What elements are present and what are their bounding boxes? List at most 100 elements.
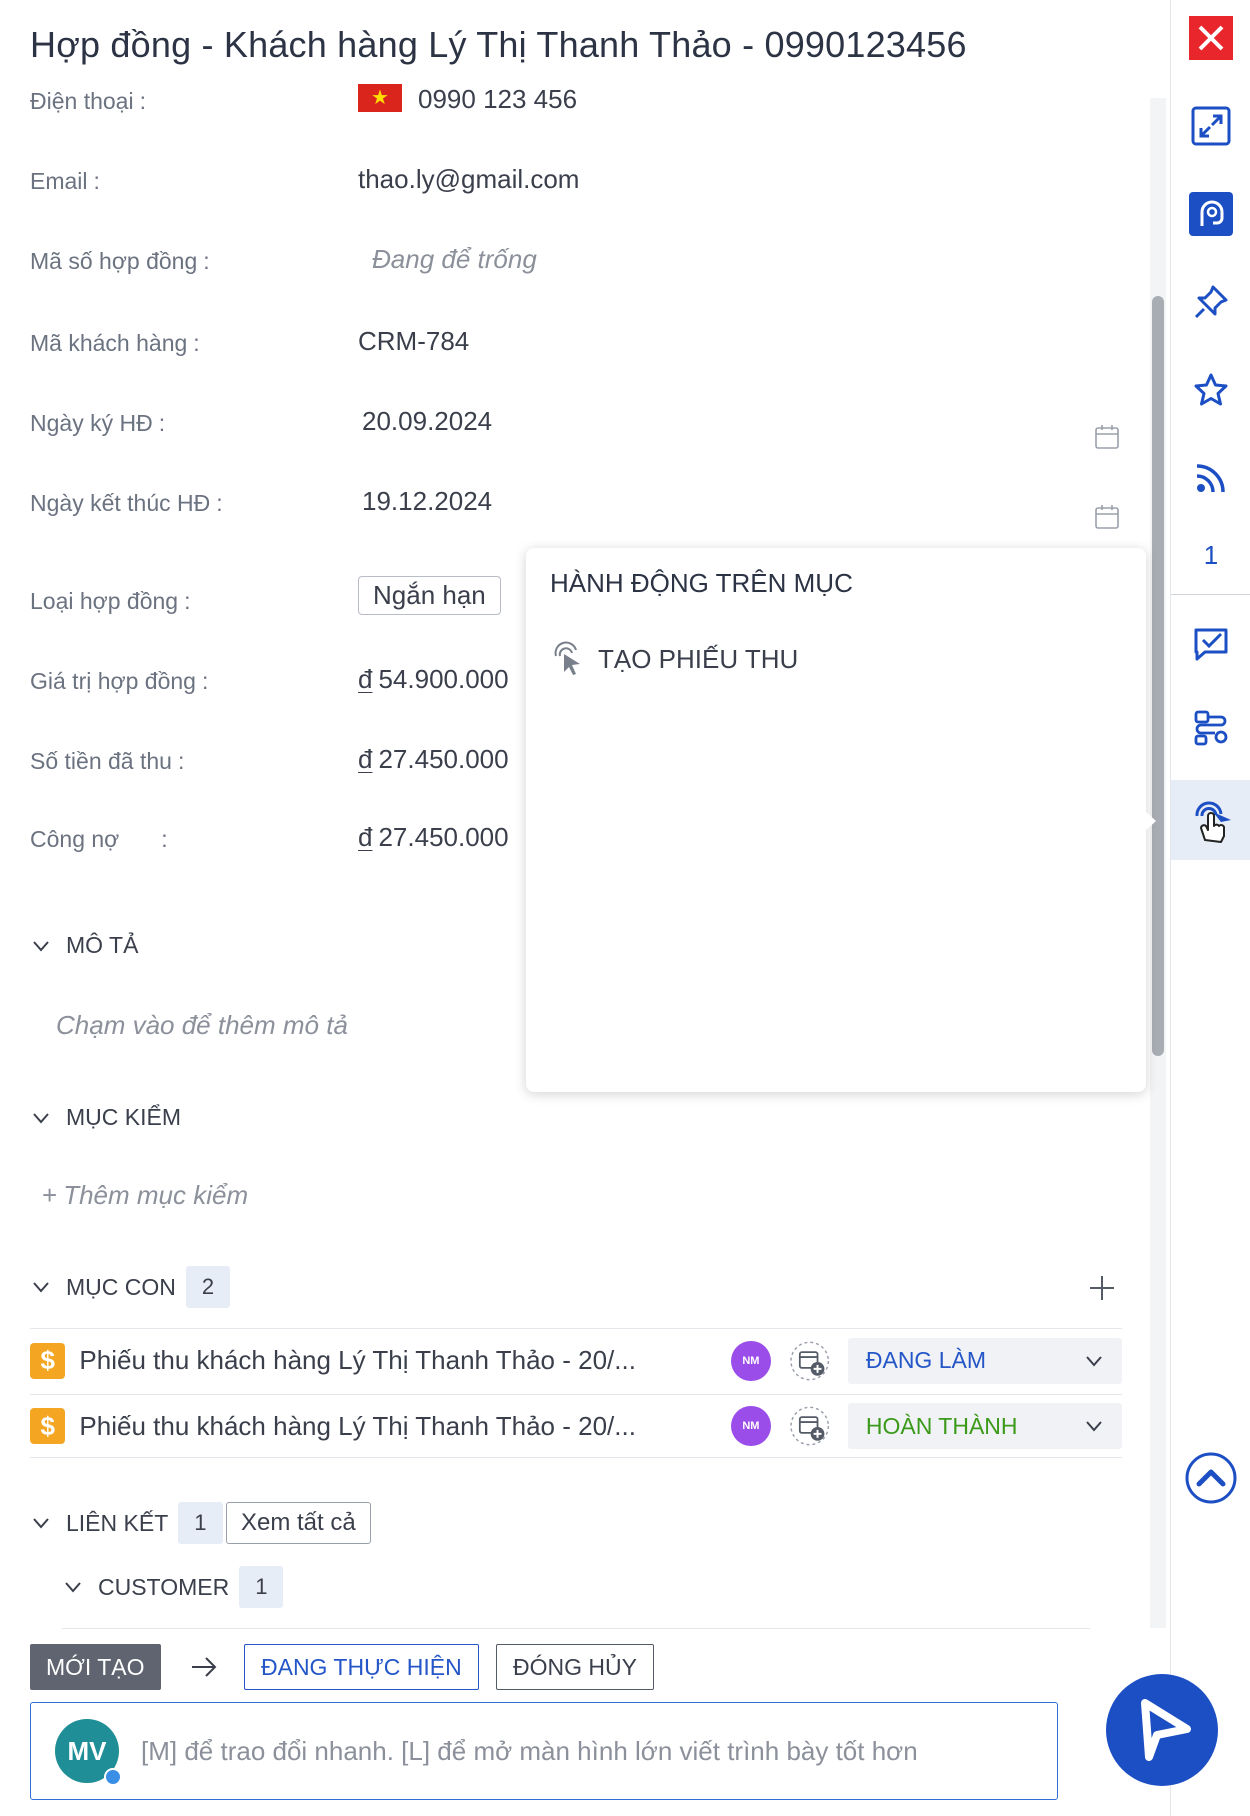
- children-count-badge: 2: [185, 1266, 231, 1308]
- right-toolbar: 1: [1170, 0, 1250, 1816]
- close-button[interactable]: [1187, 14, 1235, 62]
- assignee-avatar[interactable]: NM: [731, 1406, 771, 1446]
- receipt-dollar-icon: $: [30, 1408, 66, 1444]
- help-button[interactable]: [1187, 190, 1235, 238]
- contract-value[interactable]: đ 54.900.000: [358, 664, 509, 695]
- expand-icon: [1191, 106, 1231, 146]
- online-status-dot: [104, 1768, 122, 1786]
- child-item-row[interactable]: $ Phiếu thu khách hàng Lý Thị Thanh Thảo…: [30, 1328, 1122, 1392]
- status-select[interactable]: ĐANG LÀM: [847, 1337, 1122, 1384]
- end-date-value[interactable]: 19.12.2024: [362, 486, 492, 517]
- pin-button[interactable]: [1187, 278, 1235, 326]
- sign-date-label: Ngày ký HĐ:: [30, 410, 166, 436]
- item-actions-popup: HÀNH ĐỘNG TRÊN MỤC TẠO PHIẾU THU: [526, 548, 1146, 1092]
- contract-value-label: Giá trị hợp đồng:: [30, 668, 209, 694]
- arrow-right-icon: [192, 1657, 217, 1677]
- page-title: Hợp đồng - Khách hàng Lý Thị Thanh Thảo …: [30, 24, 967, 65]
- create-receipt-action[interactable]: TẠO PHIẾU THU: [550, 640, 798, 678]
- plus-icon: +: [42, 1180, 58, 1210]
- paid-value[interactable]: đ 27.450.000: [358, 744, 509, 775]
- links-count-badge: 1: [178, 1502, 223, 1544]
- customer-count-badge: 1: [239, 1566, 284, 1608]
- task-button[interactable]: [1187, 620, 1235, 668]
- contract-no-field[interactable]: Đang để trống: [372, 244, 537, 275]
- chevron-down-icon: [1086, 1421, 1102, 1432]
- help-icon: [1189, 192, 1233, 236]
- add-child-icon[interactable]: [1088, 1274, 1116, 1302]
- receipt-dollar-icon: $: [30, 1342, 66, 1379]
- avatar: MV: [55, 1719, 122, 1786]
- contract-type-label: Loại hợp đồng:: [30, 588, 191, 614]
- children-section-header[interactable]: MỤC CON 2: [30, 1266, 231, 1308]
- click-pointer-icon: [554, 641, 580, 675]
- customer-code-value[interactable]: CRM-784: [358, 326, 469, 357]
- customer-subsection-header[interactable]: CUSTOMER 1: [62, 1566, 284, 1608]
- contract-detail-panel: Hợp đồng - Khách hàng Lý Thị Thanh Thảo …: [0, 0, 1168, 1816]
- phone-value[interactable]: 0990 123 456: [358, 84, 577, 115]
- scroll-top-icon: [1185, 1452, 1237, 1504]
- description-section-header[interactable]: MÔ TẢ: [30, 932, 138, 959]
- action-icon: [1195, 801, 1231, 843]
- schedule-add-icon[interactable]: [789, 1405, 830, 1447]
- close-icon: [1189, 16, 1233, 60]
- chevron-down-icon: [33, 940, 49, 952]
- current-state-badge: MỚI TẠO: [30, 1644, 161, 1690]
- follower-count: 1: [1203, 540, 1219, 570]
- customer-code-label: Mã khách hàng:: [30, 330, 200, 356]
- debt-label: Công nợ:: [30, 826, 168, 852]
- assignee-avatar[interactable]: NM: [731, 1340, 771, 1381]
- state-in-progress-button[interactable]: ĐANG THỰC HIỆN: [244, 1644, 479, 1690]
- favorite-button[interactable]: [1187, 366, 1235, 414]
- feed-icon: [1196, 464, 1225, 493]
- currency-symbol: đ: [358, 744, 373, 774]
- chevron-down-icon: [1086, 1355, 1102, 1367]
- actions-button[interactable]: [1187, 796, 1235, 844]
- paid-label: Số tiền đã thu:: [30, 748, 185, 774]
- scrollbar-thumb[interactable]: [1152, 296, 1164, 1056]
- send-play-icon: [1141, 1699, 1191, 1761]
- sign-date-value[interactable]: 20.09.2024: [362, 406, 492, 437]
- workflow-button[interactable]: [1187, 704, 1235, 752]
- checklist-section-header[interactable]: MỤC KIỂM: [30, 1104, 181, 1131]
- popup-title: HÀNH ĐỘNG TRÊN MỤC: [550, 568, 853, 598]
- chevron-down-icon: [65, 1582, 81, 1593]
- contract-no-label: Mã số hợp đồng:: [30, 248, 210, 274]
- currency-symbol: đ: [358, 822, 373, 852]
- debt-value[interactable]: đ 27.450.000: [358, 822, 509, 853]
- email-label: Email:: [30, 168, 100, 194]
- currency-symbol: đ: [358, 664, 373, 694]
- view-all-button[interactable]: Xem tất cả: [226, 1502, 371, 1544]
- divider: [62, 1628, 1090, 1629]
- scroll-to-top-button[interactable]: [1185, 1452, 1237, 1504]
- email-value[interactable]: thao.ly@gmail.com: [358, 164, 579, 195]
- follow-button[interactable]: [1187, 454, 1235, 502]
- task-icon: [1194, 628, 1228, 661]
- chevron-down-icon: [33, 1282, 49, 1293]
- comment-placeholder[interactable]: [M] để trao đổi nhanh. [L] để mở màn hìn…: [141, 1736, 918, 1767]
- send-action-button[interactable]: [1106, 1674, 1218, 1786]
- comment-input[interactable]: MV [M] để trao đổi nhanh. [L] để mở màn …: [30, 1702, 1058, 1800]
- end-date-label: Ngày kết thúc HĐ:: [30, 490, 223, 516]
- child-item-title[interactable]: Phiếu thu khách hàng Lý Thị Thanh Thảo -…: [79, 1411, 709, 1442]
- child-item-row[interactable]: $ Phiếu thu khách hàng Lý Thị Thanh Thảo…: [30, 1394, 1122, 1458]
- phone-label: Điện thoại:: [30, 88, 146, 114]
- calendar-icon[interactable]: [1094, 504, 1120, 530]
- contract-type-tag[interactable]: Ngắn hạn: [358, 576, 501, 615]
- schedule-add-icon[interactable]: [789, 1340, 830, 1382]
- chevron-down-icon: [33, 1518, 49, 1529]
- popup-caret: [1144, 810, 1156, 832]
- description-placeholder[interactable]: Chạm vào để thêm mô tả: [56, 1010, 348, 1041]
- calendar-icon[interactable]: [1094, 424, 1120, 450]
- workflow-icon: [1194, 710, 1228, 746]
- status-select[interactable]: HOÀN THÀNH: [847, 1403, 1122, 1449]
- star-icon: [1194, 373, 1228, 406]
- expand-button[interactable]: [1187, 102, 1235, 150]
- contract-type-value[interactable]: Ngắn hạn: [358, 576, 501, 615]
- add-checklist-button[interactable]: + Thêm mục kiểm: [42, 1180, 248, 1211]
- links-section-header[interactable]: LIÊN KẾT 1: [30, 1502, 223, 1544]
- state-cancel-button[interactable]: ĐÓNG HỦY: [496, 1644, 654, 1690]
- chevron-down-icon: [33, 1112, 49, 1124]
- child-item-title[interactable]: Phiếu thu khách hàng Lý Thị Thanh Thảo -…: [79, 1345, 709, 1376]
- rail-divider: [1171, 594, 1250, 595]
- vietnam-flag-icon: [358, 84, 402, 113]
